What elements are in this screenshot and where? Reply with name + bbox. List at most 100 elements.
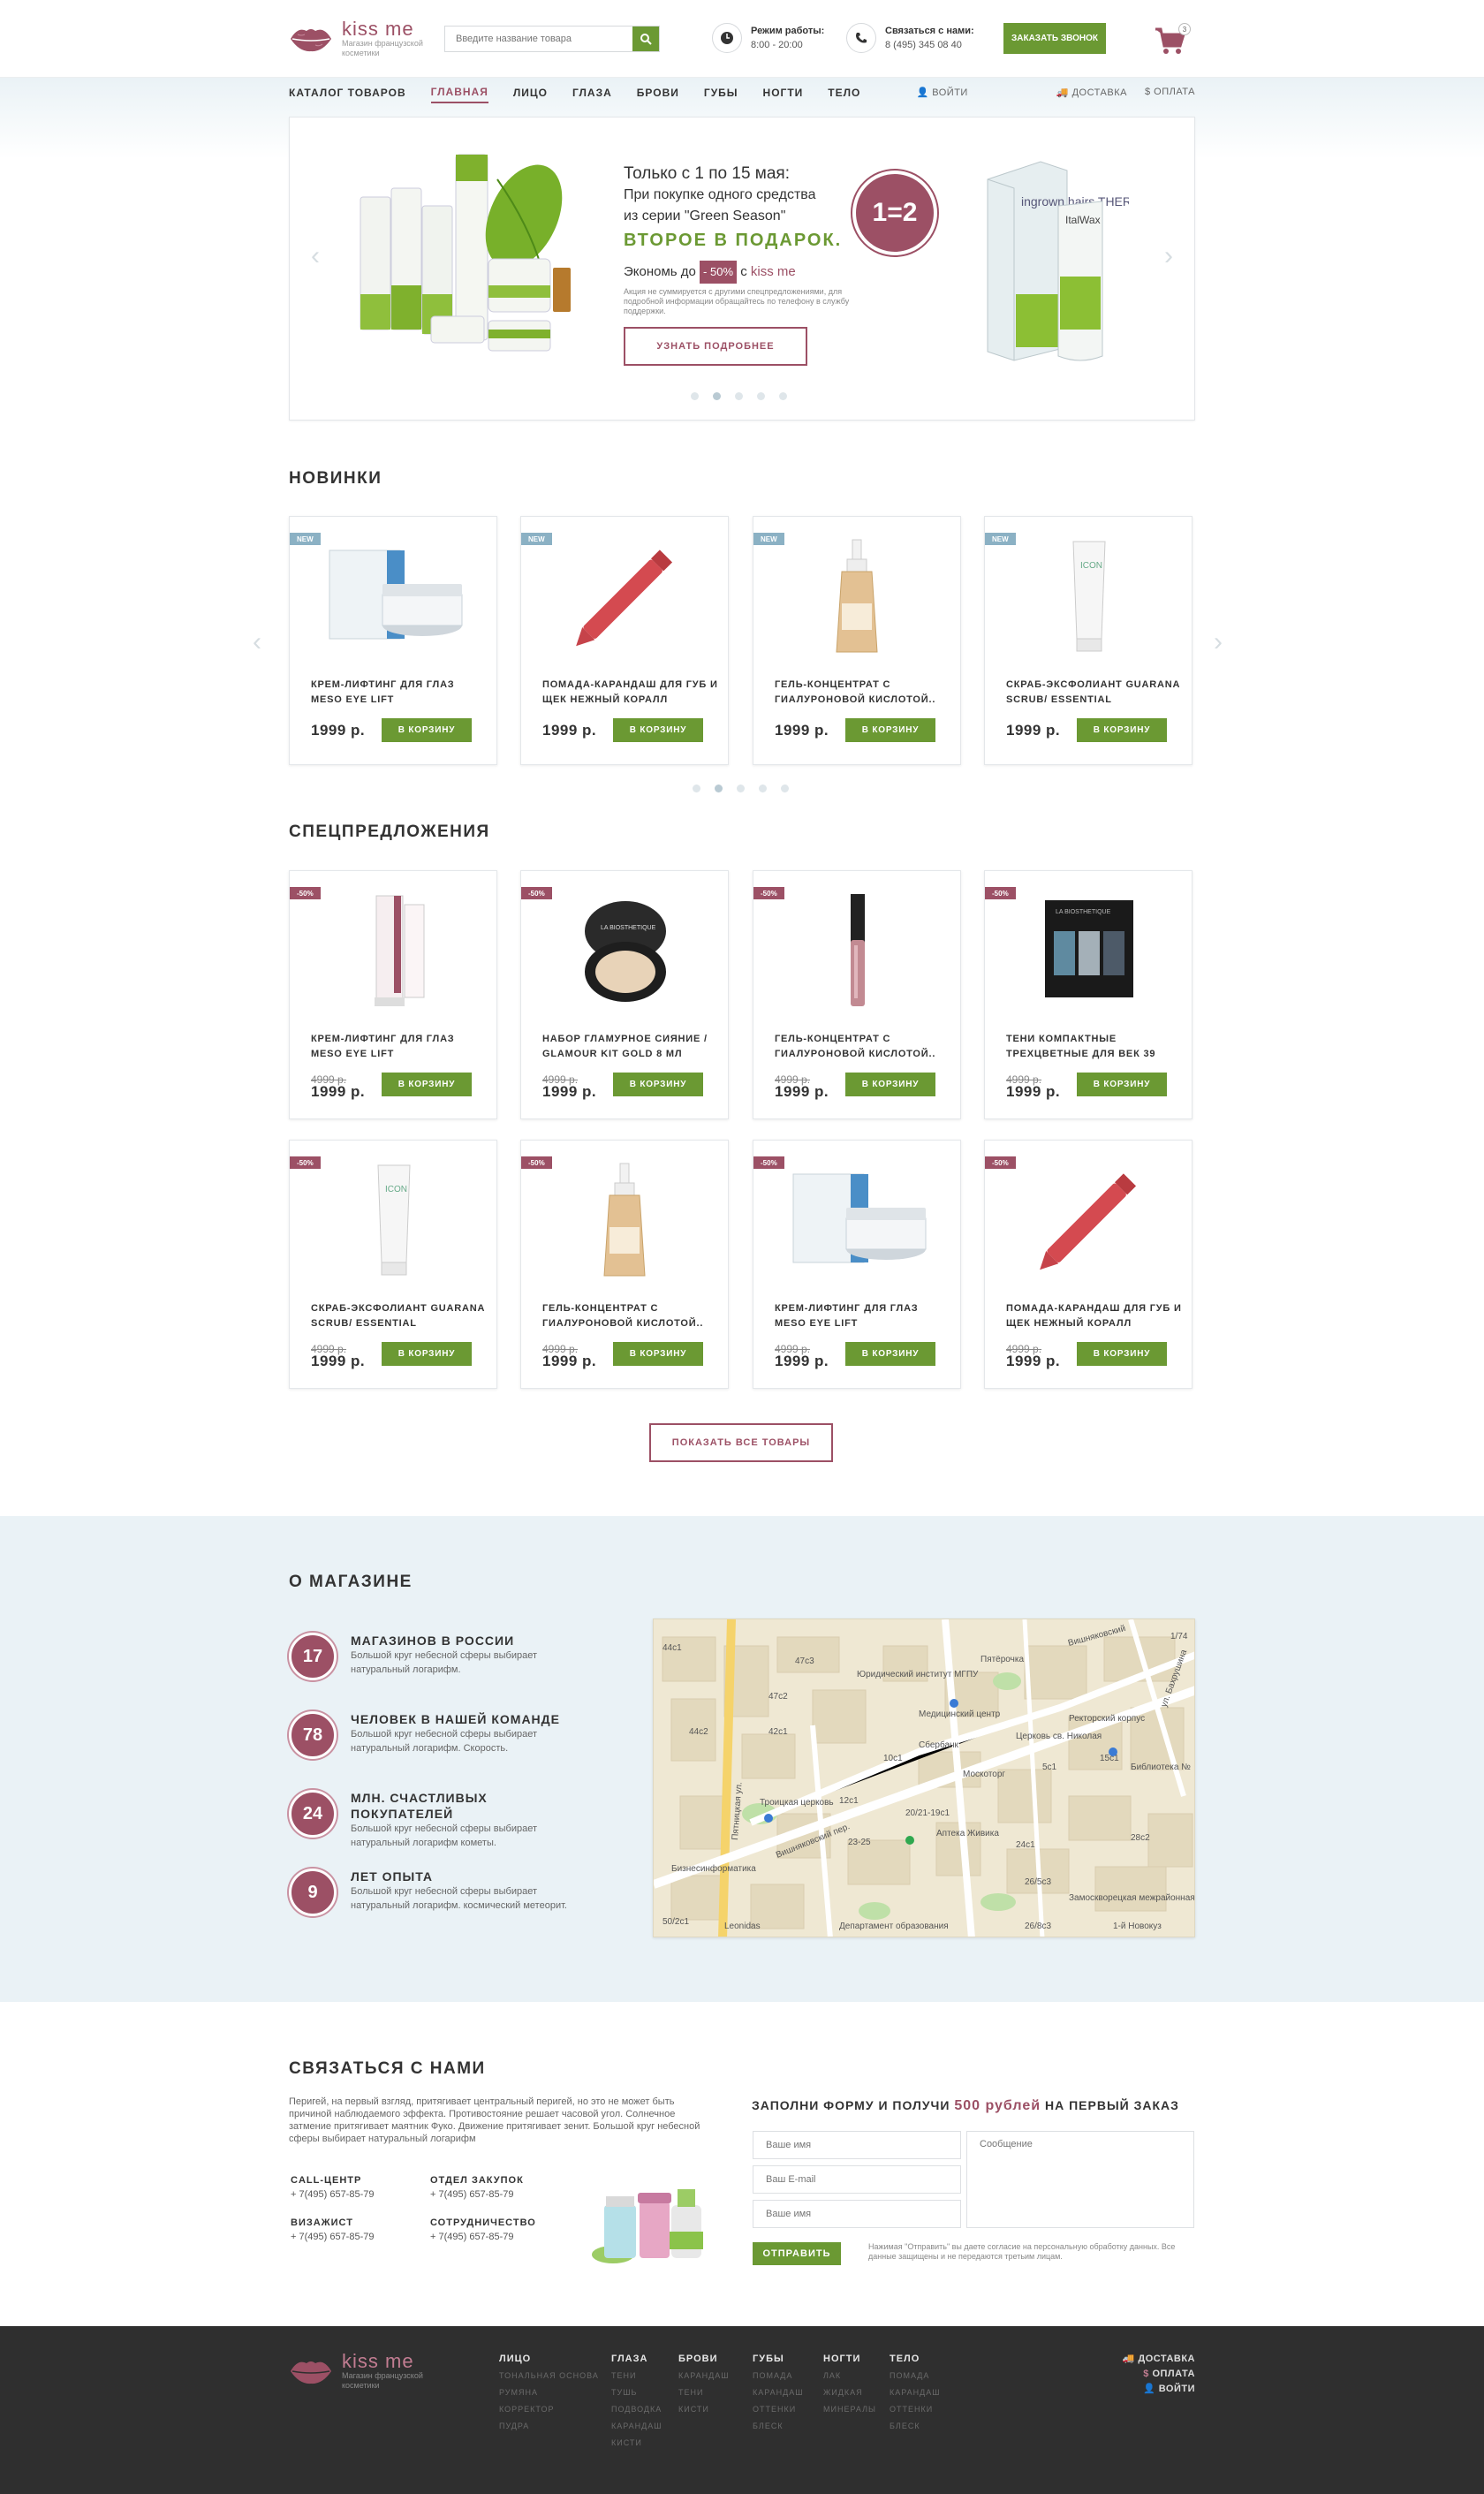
footer-link[interactable]: Жидкая (823, 2384, 876, 2401)
slider-dot-active[interactable] (713, 392, 721, 400)
lip-pencil-icon[interactable] (521, 533, 730, 658)
footer-link[interactable]: Тональная основа (499, 2368, 599, 2384)
contact-phone[interactable]: + 7(495) 657-85-79 (291, 2187, 374, 2202)
callback-button[interactable]: Заказать звонок (1003, 23, 1106, 54)
add-to-cart-button[interactable]: В корзину (613, 1073, 703, 1096)
show-all-products-button[interactable]: Показать все товары (649, 1423, 833, 1462)
footer-link[interactable]: Карандаш (611, 2418, 662, 2435)
footer-logo[interactable]: kiss me Магазин французской косметики (289, 2352, 430, 2391)
nav-face[interactable]: Лицо (513, 87, 548, 102)
spray-bottle-icon[interactable] (753, 533, 962, 658)
footer-link[interactable]: Блеск (890, 2418, 941, 2435)
product-name[interactable]: Гель-концентрат с гиалуроновой кислотой.… (775, 678, 951, 708)
add-to-cart-button[interactable]: В корзину (382, 1073, 472, 1096)
contact-phone[interactable]: + 7(495) 657-85-79 (291, 2230, 374, 2244)
tube-icon[interactable]: ICON (985, 533, 1193, 658)
add-to-cart-button[interactable]: В корзину (613, 718, 703, 742)
product-name[interactable]: Гель-концентрат с гиалуроновой кислотой.… (775, 1032, 951, 1062)
footer-login-link[interactable]: 👤 Войти (1123, 2382, 1195, 2397)
footer-link[interactable]: Румяна (499, 2384, 599, 2401)
gloss-icon[interactable] (753, 887, 962, 1012)
nav-body[interactable]: Тело (828, 87, 860, 102)
footer-link[interactable]: Помада (753, 2368, 804, 2384)
carousel-dot[interactable] (781, 785, 789, 792)
nav-delivery[interactable]: 🚚 Доставка (1056, 87, 1127, 98)
contact-value[interactable]: 8 (495) 345 08 40 (885, 38, 974, 52)
slider-dot[interactable] (691, 392, 699, 400)
logo[interactable]: kiss me Магазин французской косметики (289, 19, 430, 58)
product-name[interactable]: Скраб-эксфолиант guarana scrub/ essentia… (1006, 678, 1183, 708)
product-card[interactable]: NEW Крем-лифтинг для глаз Meso eye lift 19… (289, 516, 497, 765)
product-name[interactable]: Скраб-эксфолиант guarana scrub/ essentia… (311, 1301, 488, 1331)
footer-link[interactable]: Тушь (611, 2384, 662, 2401)
add-to-cart-button[interactable]: В корзину (845, 718, 935, 742)
pink-tube-icon[interactable] (290, 887, 498, 1012)
name2-field[interactable] (753, 2200, 961, 2228)
jar-icon[interactable] (290, 533, 498, 658)
send-button[interactable]: Отправить (753, 2242, 841, 2265)
carousel-dot-active[interactable] (715, 785, 723, 792)
footer-payment-link[interactable]: $ Оплата (1123, 2367, 1195, 2382)
contact-phone[interactable]: + 7(495) 657-85-79 (430, 2230, 536, 2244)
nav-catalog[interactable]: Каталог товаров (289, 87, 406, 102)
nav-home[interactable]: Главная (430, 86, 488, 103)
product-card[interactable]: NEW Помада-карандаш для губ и щек нежный … (520, 516, 729, 765)
lip-pencil-icon[interactable] (985, 1156, 1193, 1282)
product-name[interactable]: Гель-концентрат с гиалуроновой кислотой.… (542, 1301, 719, 1331)
spray-bottle-icon[interactable] (521, 1156, 730, 1282)
product-name[interactable]: Крем-лифтинг для глаз Meso eye lift (311, 1032, 488, 1062)
slider-dot[interactable] (735, 392, 743, 400)
cart-button[interactable]: 3 (1154, 23, 1191, 55)
footer-link[interactable]: Помада (890, 2368, 941, 2384)
nav-lips[interactable]: Губы (704, 87, 738, 102)
product-card[interactable]: NEW ICON Скраб-эксфолиант guarana scrub/ e… (984, 516, 1192, 765)
product-name[interactable]: Набор гламурное сияние / Glamour kit gol… (542, 1032, 719, 1062)
footer-link[interactable]: Кисти (678, 2401, 730, 2418)
nav-nails[interactable]: Ногти (763, 87, 804, 102)
footer-link[interactable]: Пудра (499, 2418, 599, 2435)
product-card[interactable]: -50% Крем-лифтинг для глаз Meso eye lift 4… (289, 870, 497, 1119)
add-to-cart-button[interactable]: В корзину (845, 1073, 935, 1096)
add-to-cart-button[interactable]: В корзину (613, 1342, 703, 1366)
product-card[interactable]: -50% LA BIOSTHETIQUE Набор гламурное сияни… (520, 870, 729, 1119)
add-to-cart-button[interactable]: В корзину (1077, 1073, 1167, 1096)
jar-icon[interactable] (753, 1156, 962, 1282)
footer-link[interactable]: Оттенки (890, 2401, 941, 2418)
footer-link[interactable]: Подводка (611, 2401, 662, 2418)
footer-column-heading[interactable]: Тело (890, 2350, 941, 2368)
footer-column-heading[interactable]: Брови (678, 2350, 730, 2368)
product-card[interactable]: -50% LA BIOSTHETIQUE Тени компактные трехц… (984, 870, 1192, 1119)
product-card[interactable]: -50% Гель-концентрат с гиалуроновой кисло… (753, 870, 961, 1119)
footer-link[interactable]: Минералы (823, 2401, 876, 2418)
contact-phone[interactable]: + 7(495) 657-85-79 (430, 2187, 524, 2202)
footer-link[interactable]: Блеск (753, 2418, 804, 2435)
product-name[interactable]: Помада-карандаш для губ и щек нежный кор… (1006, 1301, 1183, 1331)
compact-icon[interactable]: LA BIOSTHETIQUE (521, 887, 730, 1012)
footer-link[interactable]: Тени (678, 2384, 730, 2401)
message-field[interactable] (966, 2131, 1194, 2228)
learn-more-button[interactable]: Узнать подробнее (624, 327, 807, 366)
footer-column-heading[interactable]: Ногти (823, 2350, 876, 2368)
nav-brows[interactable]: Брови (637, 87, 679, 102)
product-name[interactable]: Крем-лифтинг для глаз Meso eye lift (775, 1301, 951, 1331)
product-name[interactable]: Крем-лифтинг для глаз Meso eye lift (311, 678, 488, 708)
product-card[interactable]: -50% ICON Скраб-эксфолиант guarana scrub/ … (289, 1140, 497, 1389)
add-to-cart-button[interactable]: В корзину (1077, 1342, 1167, 1366)
tube-icon[interactable]: ICON (290, 1156, 498, 1282)
footer-delivery-link[interactable]: 🚚 Доставка (1123, 2352, 1195, 2367)
new-next-arrow[interactable]: › (1214, 627, 1223, 657)
nav-payment[interactable]: $ Оплата (1145, 87, 1195, 98)
product-card[interactable]: -50% Помада-карандаш для губ и щек нежный… (984, 1140, 1192, 1389)
product-name[interactable]: Тени компактные трехцветные для век 39 (1006, 1032, 1183, 1062)
footer-link[interactable]: Карандаш (678, 2368, 730, 2384)
search-button[interactable] (632, 27, 659, 51)
slider-dot[interactable] (757, 392, 765, 400)
slider-dot[interactable] (779, 392, 787, 400)
product-card[interactable]: -50% Крем-лифтинг для глаз Meso eye lift 4… (753, 1140, 961, 1389)
add-to-cart-button[interactable]: В корзину (845, 1342, 935, 1366)
carousel-dot[interactable] (759, 785, 767, 792)
name-field[interactable] (753, 2131, 961, 2159)
carousel-dot[interactable] (693, 785, 700, 792)
new-prev-arrow[interactable]: ‹ (253, 627, 261, 657)
slider-prev-arrow[interactable]: ‹ (311, 241, 320, 271)
